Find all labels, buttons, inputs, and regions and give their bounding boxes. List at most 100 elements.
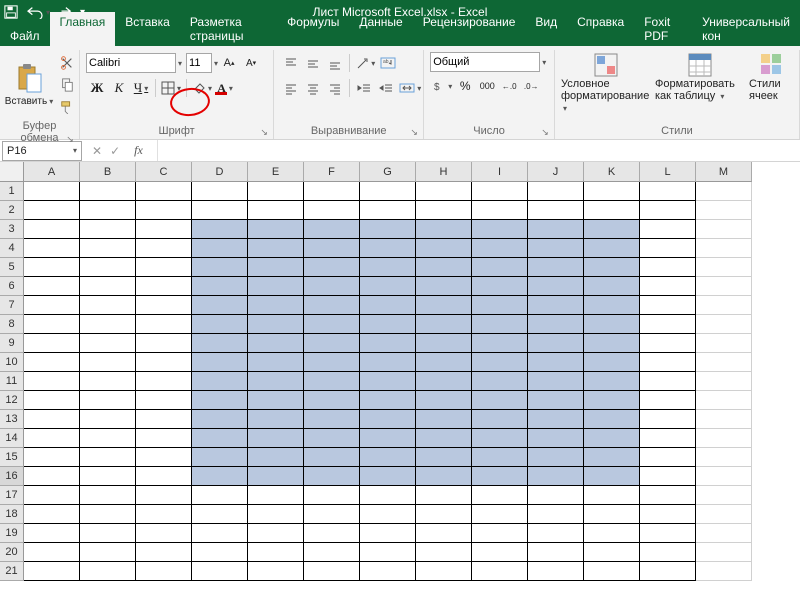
clipboard-dialog-launcher-icon[interactable]: ↘ bbox=[65, 134, 75, 144]
cell[interactable] bbox=[192, 543, 248, 562]
cell[interactable] bbox=[360, 524, 416, 543]
cell[interactable] bbox=[528, 486, 584, 505]
cell[interactable] bbox=[472, 220, 528, 239]
number-format-select[interactable] bbox=[430, 52, 540, 72]
cell[interactable] bbox=[696, 391, 752, 410]
cell[interactable] bbox=[24, 201, 80, 220]
cell[interactable] bbox=[80, 201, 136, 220]
cell[interactable] bbox=[192, 391, 248, 410]
cell[interactable] bbox=[584, 524, 640, 543]
cell[interactable] bbox=[416, 182, 472, 201]
cell[interactable] bbox=[416, 429, 472, 448]
cell[interactable] bbox=[472, 296, 528, 315]
font-family-select[interactable] bbox=[86, 53, 176, 73]
cell[interactable] bbox=[696, 429, 752, 448]
cell[interactable] bbox=[416, 505, 472, 524]
column-header[interactable]: E bbox=[248, 162, 304, 182]
cell[interactable] bbox=[584, 372, 640, 391]
cell[interactable] bbox=[416, 467, 472, 486]
cell[interactable] bbox=[304, 315, 360, 334]
cell[interactable] bbox=[360, 429, 416, 448]
cell[interactable] bbox=[584, 467, 640, 486]
cell[interactable] bbox=[192, 562, 248, 581]
cell[interactable] bbox=[360, 486, 416, 505]
cell[interactable] bbox=[80, 182, 136, 201]
cell[interactable] bbox=[472, 239, 528, 258]
row-header[interactable]: 1 bbox=[0, 182, 24, 201]
cell[interactable] bbox=[472, 486, 528, 505]
cell[interactable] bbox=[24, 315, 80, 334]
underline-button[interactable]: Ч▾ bbox=[131, 78, 151, 98]
cell[interactable] bbox=[416, 315, 472, 334]
cell[interactable] bbox=[80, 239, 136, 258]
cell[interactable] bbox=[248, 467, 304, 486]
cell[interactable] bbox=[640, 372, 696, 391]
cell[interactable] bbox=[192, 258, 248, 277]
cell[interactable] bbox=[696, 201, 752, 220]
cell[interactable] bbox=[584, 201, 640, 220]
cell[interactable] bbox=[640, 410, 696, 429]
cell[interactable] bbox=[192, 372, 248, 391]
cell[interactable] bbox=[528, 391, 584, 410]
cell[interactable] bbox=[528, 372, 584, 391]
cell[interactable] bbox=[472, 201, 528, 220]
cell[interactable] bbox=[640, 296, 696, 315]
row-header[interactable]: 14 bbox=[0, 429, 24, 448]
cell[interactable] bbox=[24, 410, 80, 429]
cell[interactable] bbox=[192, 220, 248, 239]
cell[interactable] bbox=[696, 296, 752, 315]
cell[interactable] bbox=[584, 334, 640, 353]
cell[interactable] bbox=[136, 334, 192, 353]
cell[interactable] bbox=[416, 277, 472, 296]
cell[interactable] bbox=[360, 201, 416, 220]
cell[interactable] bbox=[304, 524, 360, 543]
column-header[interactable]: L bbox=[640, 162, 696, 182]
cell[interactable] bbox=[696, 410, 752, 429]
conditional-formatting-button[interactable]: Условное форматирование ▾ bbox=[561, 52, 651, 114]
number-dialog-launcher-icon[interactable]: ↘ bbox=[540, 127, 550, 137]
cell[interactable] bbox=[584, 220, 640, 239]
cell[interactable] bbox=[80, 258, 136, 277]
cell[interactable] bbox=[696, 524, 752, 543]
cell[interactable] bbox=[304, 220, 360, 239]
column-header[interactable]: B bbox=[80, 162, 136, 182]
cell[interactable] bbox=[80, 467, 136, 486]
select-all-corner[interactable] bbox=[0, 162, 24, 182]
cell[interactable] bbox=[584, 562, 640, 581]
column-header[interactable]: D bbox=[192, 162, 248, 182]
align-middle-button[interactable] bbox=[303, 53, 323, 73]
align-bottom-button[interactable] bbox=[325, 53, 345, 73]
cell[interactable] bbox=[472, 429, 528, 448]
wrap-text-button[interactable]: ab bbox=[378, 53, 398, 73]
cell[interactable] bbox=[136, 505, 192, 524]
cell[interactable] bbox=[192, 486, 248, 505]
cell[interactable] bbox=[696, 372, 752, 391]
cell[interactable] bbox=[136, 239, 192, 258]
cell[interactable] bbox=[472, 562, 528, 581]
cell[interactable] bbox=[584, 182, 640, 201]
cell[interactable] bbox=[304, 448, 360, 467]
cell[interactable] bbox=[192, 182, 248, 201]
cell[interactable] bbox=[192, 448, 248, 467]
cell[interactable] bbox=[304, 201, 360, 220]
row-header[interactable]: 20 bbox=[0, 543, 24, 562]
merge-center-button[interactable]: ▾ bbox=[398, 78, 422, 98]
cell[interactable] bbox=[584, 505, 640, 524]
cell[interactable] bbox=[248, 505, 304, 524]
cancel-formula-icon[interactable]: ✕ bbox=[92, 144, 102, 158]
cell[interactable] bbox=[528, 296, 584, 315]
cell[interactable] bbox=[136, 315, 192, 334]
cell[interactable] bbox=[136, 524, 192, 543]
cell[interactable] bbox=[248, 448, 304, 467]
column-header[interactable]: I bbox=[472, 162, 528, 182]
cut-button[interactable] bbox=[57, 53, 77, 73]
cell[interactable] bbox=[640, 220, 696, 239]
cell[interactable] bbox=[528, 353, 584, 372]
decrease-indent-button[interactable] bbox=[354, 78, 374, 98]
cell[interactable] bbox=[304, 353, 360, 372]
cell[interactable] bbox=[360, 410, 416, 429]
column-header[interactable]: M bbox=[696, 162, 752, 182]
cell[interactable] bbox=[472, 372, 528, 391]
row-header[interactable]: 2 bbox=[0, 201, 24, 220]
cell[interactable] bbox=[640, 277, 696, 296]
